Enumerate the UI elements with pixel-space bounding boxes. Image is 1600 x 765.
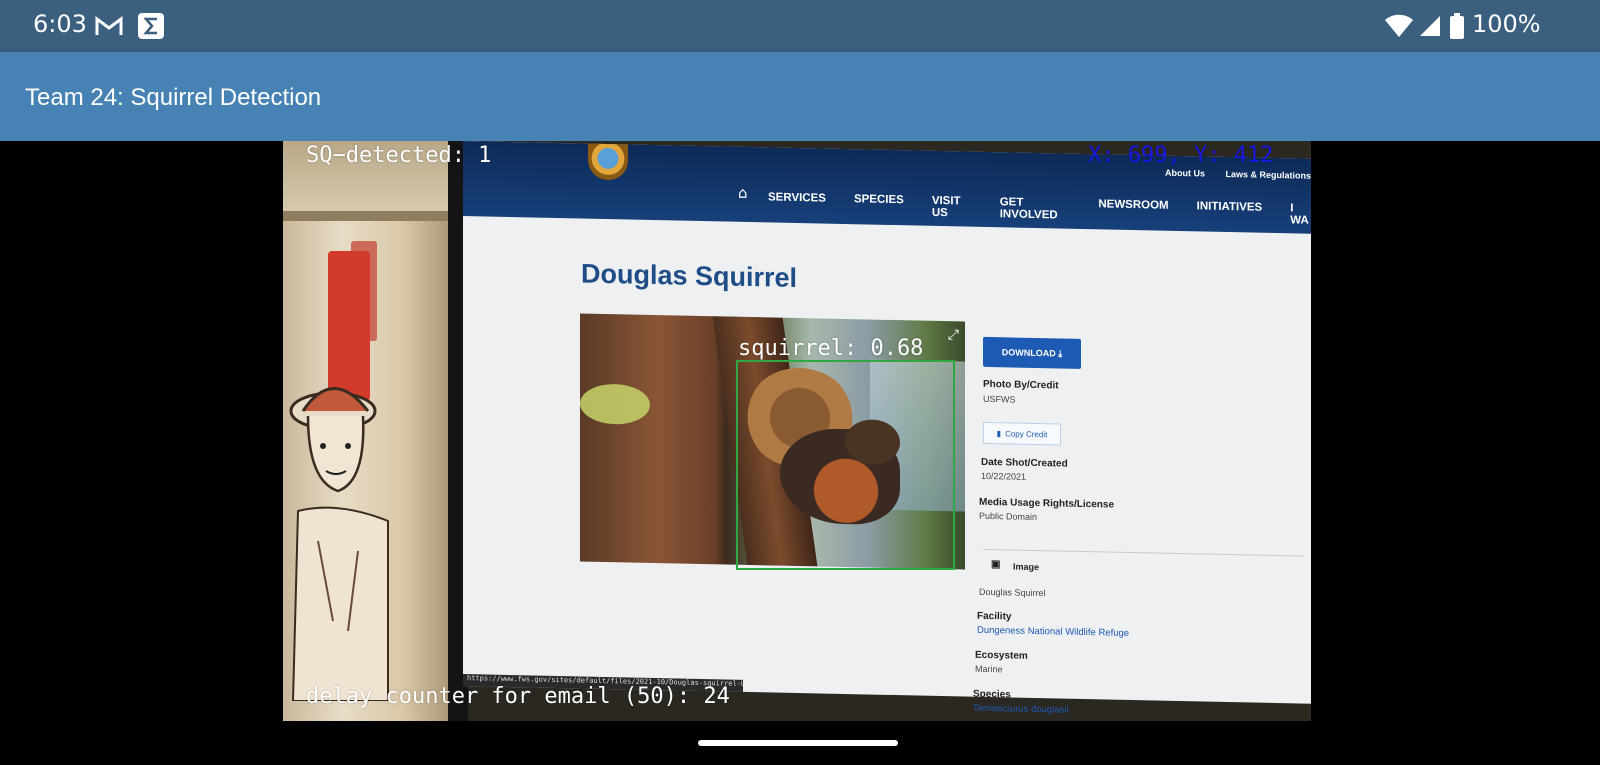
battery-percent: 100% [1472, 10, 1541, 38]
menu-species: SPECIES [853, 193, 904, 207]
wifi-icon [1384, 12, 1414, 40]
detection-label: squirrel: 0.68 [738, 336, 924, 361]
top-link-laws: Laws & Regulations [1225, 168, 1311, 181]
caption-text: Douglas Squirrel [979, 586, 1046, 599]
species-label: Species [973, 688, 1011, 701]
clipboard-icon: ▮ [996, 428, 1002, 438]
date-value: 10/22/2021 [981, 470, 1027, 482]
page-title: Douglas Squirrel [581, 258, 798, 293]
menu-visit-us: VISIT US [931, 194, 961, 220]
details-divider [983, 548, 1303, 557]
site-menu: SERVICES SPECIES VISIT US GET INVOLVED N… [768, 191, 1311, 226]
media-type-label: Image [1013, 561, 1040, 573]
date-label: Date Shot/Created [981, 456, 1068, 470]
gmail-icon [95, 12, 123, 40]
home-icon: ⌂ [738, 183, 748, 202]
ecosystem-value: Marine [975, 663, 1003, 675]
camera-preview[interactable]: About Us Laws & Regulations ⌂ SERVICES S… [283, 141, 1311, 721]
menu-services: SERVICES [768, 191, 826, 205]
coords-label: X: 699, Y: 412 [1088, 143, 1274, 168]
battery-icon [1450, 12, 1464, 40]
ecosystem-label: Ecosystem [975, 649, 1028, 662]
detected-count-label: SQ−detected: 1 [306, 143, 492, 168]
download-button: DOWNLOAD ⤓ [983, 336, 1081, 369]
menu-newsroom: NEWSROOM [1098, 198, 1169, 212]
background-cup [283, 141, 453, 721]
status-bar: 6:03 100% [0, 0, 1600, 52]
copy-credit-label: Copy Credit [1005, 428, 1048, 439]
cell-signal-icon [1418, 12, 1442, 40]
sigma-app-icon [137, 12, 165, 40]
status-time: 6:03 [33, 10, 87, 38]
menu-get-involved: GET INVOLVED [999, 196, 1058, 222]
rights-label: Media Usage Rights/License [979, 496, 1115, 511]
photo-details: DOWNLOAD ⤓ Photo By/Credit USFWS ▮ Copy … [973, 336, 1303, 716]
fws-logo-icon [588, 143, 628, 181]
species-link: Tamiasciurus douglasii [973, 702, 1069, 716]
facility-link: Dungeness National Wildlife Refuge [977, 624, 1130, 639]
expand-icon: ⤢ [947, 327, 959, 344]
photo-leaf [580, 383, 650, 425]
menu-initiatives: INITIATIVES [1196, 200, 1263, 214]
credit-label: Photo By/Credit [983, 378, 1059, 392]
detection-bounding-box [736, 360, 955, 570]
gesture-nav-handle[interactable] [698, 740, 898, 746]
app-bar: Team 24: Squirrel Detection [0, 52, 1600, 141]
copy-credit-button: ▮ Copy Credit [983, 421, 1061, 446]
top-link-about: About Us [1164, 167, 1205, 179]
menu-i-want: I WA [1290, 202, 1309, 227]
image-icon: ▣ [991, 559, 1001, 571]
credit-value: USFWS [983, 393, 1016, 405]
cup-ring [283, 211, 453, 221]
delay-counter-label: delay counter for email (50): 24 [306, 684, 730, 709]
manga-illustration [289, 387, 389, 701]
app-title: Team 24: Squirrel Detection [25, 84, 322, 111]
site-top-links: About Us Laws & Regulations [1147, 167, 1311, 181]
rights-value: Public Domain [979, 510, 1038, 523]
facility-label: Facility [977, 610, 1012, 623]
